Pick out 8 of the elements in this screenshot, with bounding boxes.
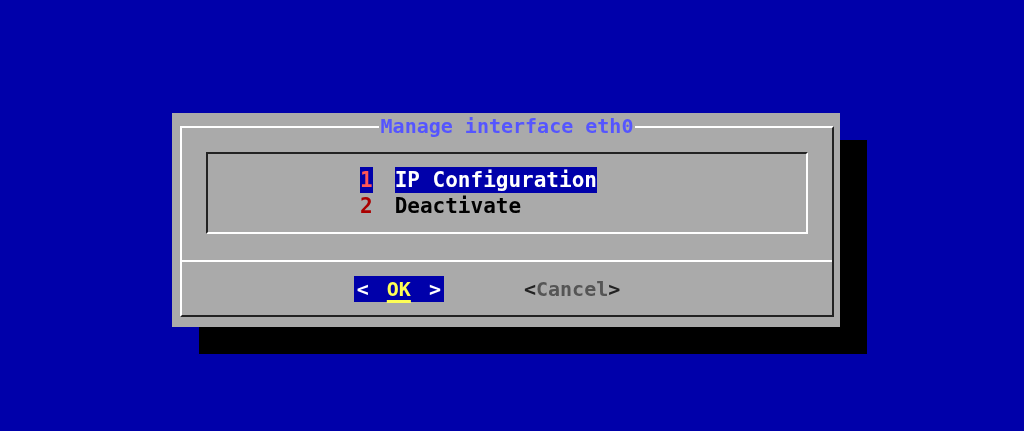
menu-hotkey: 2	[360, 193, 373, 219]
dialog-button[interactable]: < OK >	[353, 275, 444, 302]
dialog-button[interactable]: <Cancel>	[523, 275, 621, 302]
menu-item[interactable]: 1 IP Configuration	[360, 167, 614, 193]
menu-label: Deactivate	[394, 193, 522, 219]
menu-item[interactable]: 2 Deactivate	[360, 193, 614, 219]
menu-label: IP Configuration	[394, 167, 597, 193]
menu-hotkey: 1	[360, 167, 373, 193]
